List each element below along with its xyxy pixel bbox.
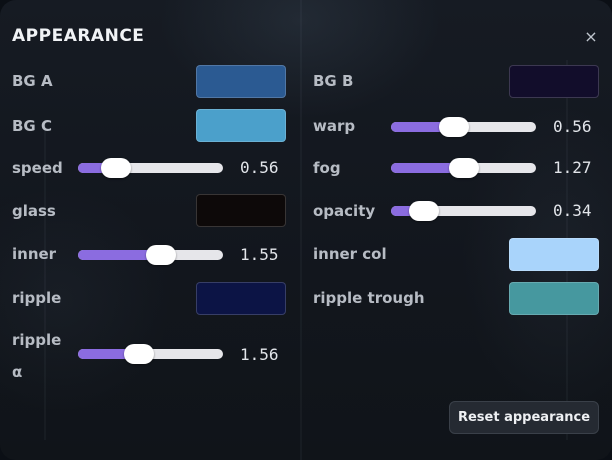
opacity-slider[interactable] (391, 197, 536, 225)
warp-slider[interactable] (391, 113, 536, 141)
glass-label: glass (12, 202, 56, 220)
slider-thumb[interactable] (145, 245, 176, 265)
speed-slider[interactable] (78, 154, 223, 182)
ripple-alpha-label-line1: ripple (12, 331, 62, 349)
ripple-label: ripple (12, 289, 62, 307)
opacity-value: 0.34 (553, 201, 592, 220)
bg-c-color-swatch[interactable] (196, 109, 286, 142)
close-icon[interactable]: × (580, 26, 602, 48)
fog-label: fog (313, 159, 341, 177)
glass-color-swatch[interactable] (196, 194, 286, 227)
bg-b-color-swatch[interactable] (509, 65, 599, 98)
slider-thumb[interactable] (124, 344, 154, 364)
opacity-label: opacity (313, 202, 376, 220)
inner-label: inner (12, 245, 57, 263)
ripple-alpha-value: 1.56 (240, 345, 279, 364)
inner-col-color-swatch[interactable] (509, 238, 599, 271)
ripple-color-swatch[interactable] (196, 282, 286, 315)
ripple-alpha-slider[interactable] (78, 340, 223, 368)
bg-c-label: BG C (12, 117, 52, 135)
bg-a-label: BG A (12, 72, 53, 90)
slider-thumb[interactable] (101, 158, 131, 178)
bg-b-label: BG B (313, 72, 354, 90)
panel-title: APPEARANCE (12, 26, 145, 46)
slider-thumb[interactable] (409, 201, 440, 221)
ripple-trough-color-swatch[interactable] (509, 282, 599, 315)
speed-value: 0.56 (240, 158, 279, 177)
fog-slider[interactable] (391, 154, 536, 182)
fog-value: 1.27 (553, 158, 592, 177)
slider-thumb[interactable] (439, 117, 470, 137)
speed-label: speed (12, 159, 63, 177)
warp-value: 0.56 (553, 117, 592, 136)
warp-label: warp (313, 117, 356, 135)
inner-col-label: inner col (313, 245, 387, 263)
ripple-trough-label: ripple trough (313, 289, 425, 307)
background-streak (300, 0, 302, 460)
appearance-panel: APPEARANCE × BG A BG B BG C warp 0.56 sp… (0, 0, 612, 460)
reset-appearance-button[interactable]: Reset appearance (449, 401, 599, 434)
bg-a-color-swatch[interactable] (196, 65, 286, 98)
ripple-alpha-label-line2: α (12, 363, 23, 381)
inner-slider[interactable] (78, 241, 223, 269)
inner-value: 1.55 (240, 245, 279, 264)
slider-thumb[interactable] (448, 158, 479, 178)
